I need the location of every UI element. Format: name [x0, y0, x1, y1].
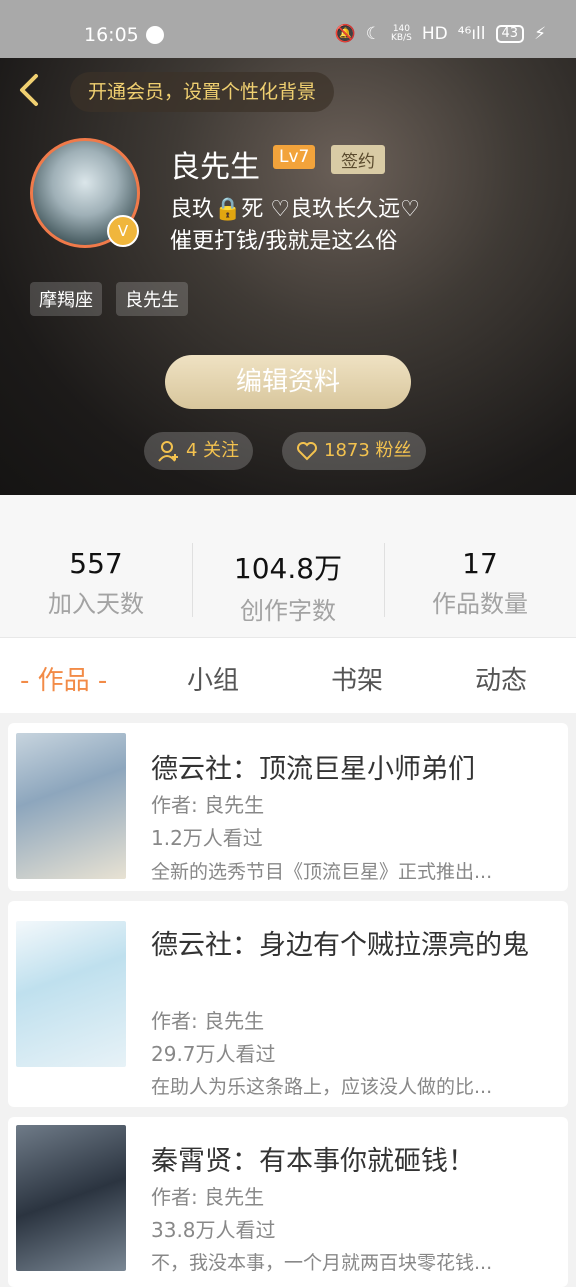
fans-button[interactable]: 1873 粉丝: [282, 432, 426, 470]
tab-bookshelf[interactable]: 书架: [331, 660, 383, 697]
work-author: 作者: 良先生: [151, 1009, 265, 1033]
stat-days: 557 加入天数: [48, 547, 144, 618]
stats-panel: 557 加入天数 104.8万 创作字数 17 作品数量: [0, 495, 576, 637]
charging-icon: ⚡: [534, 24, 546, 44]
username: 良先生: [170, 150, 260, 185]
work-title: 秦霄贤：有本事你就砸钱！: [151, 1146, 475, 1177]
book-cover: [16, 733, 126, 879]
globe-icon: [146, 26, 164, 44]
work-author: 作者: 良先生: [151, 1185, 265, 1209]
signed-badge: 签约: [331, 145, 385, 174]
hd-indicator: HD: [421, 24, 448, 44]
work-author: 作者: 良先生: [151, 793, 265, 817]
profile-header: 开通会员，设置个性化背景 V 良先生 Lv7 签约 良玖🔒死 ♡良玖长久远♡ 催…: [0, 58, 576, 495]
net-speed: 140 KB/S: [391, 24, 412, 43]
avatar[interactable]: V: [30, 138, 140, 248]
stat-words: 104.8万 创作字数: [233, 552, 343, 625]
status-time: 16:05: [84, 24, 139, 46]
work-desc: 不，我没本事，一个月就两百块零花钱...: [151, 1252, 493, 1274]
tag-name: 良先生: [116, 282, 188, 316]
status-icons: 🔕 ☾ 140 KB/S HD ⁴⁶ıll 43 ⚡: [335, 24, 546, 44]
mute-icon: 🔕: [334, 24, 356, 44]
following-button[interactable]: 4 关注: [144, 432, 254, 470]
moon-icon: ☾: [365, 24, 381, 44]
work-views: 1.2万人看过: [151, 826, 263, 850]
bio: 良玖🔒死 ♡良玖长久远♡ 催更打钱/我就是这么俗: [170, 194, 420, 258]
signal-icon: ⁴⁶ıll: [457, 24, 486, 44]
tab-groups[interactable]: 小组: [187, 660, 239, 697]
bio-line-1: 良玖🔒死 ♡良玖长久远♡: [170, 197, 420, 222]
works-list: 德云社：顶流巨星小师弟们 作者: 良先生 1.2万人看过 全新的选秀节目《顶流巨…: [0, 713, 576, 1287]
back-arrow-icon[interactable]: [16, 72, 42, 108]
user-add-icon: [158, 441, 178, 462]
work-views: 33.8万人看过: [151, 1218, 276, 1242]
fans-label: 1873 粉丝: [324, 440, 412, 461]
profile-tabs: - 作品 - 小组 书架 动态: [0, 637, 576, 714]
battery-icon: 43: [495, 25, 525, 43]
bio-line-2: 催更打钱/我就是这么俗: [170, 229, 398, 254]
tab-activity[interactable]: 动态: [475, 660, 527, 697]
following-label: 4 关注: [186, 440, 240, 461]
work-card[interactable]: 德云社：身边有个贼拉漂亮的鬼 作者: 良先生 29.7万人看过 在助人为乐这条路…: [8, 901, 568, 1107]
work-card[interactable]: 秦霄贤：有本事你就砸钱！ 作者: 良先生 33.8万人看过 不，我没本事，一个月…: [8, 1117, 568, 1287]
tag-zodiac: 摩羯座: [30, 282, 102, 316]
status-bar: 16:05 🔕 ☾ 140 KB/S HD ⁴⁶ıll 43 ⚡: [0, 0, 576, 58]
work-views: 29.7万人看过: [151, 1042, 276, 1066]
work-card[interactable]: 德云社：顶流巨星小师弟们 作者: 良先生 1.2万人看过 全新的选秀节目《顶流巨…: [8, 723, 568, 891]
level-badge: Lv7: [273, 145, 316, 169]
heart-icon: [297, 442, 317, 461]
edit-profile-button[interactable]: 编辑资料: [165, 355, 411, 409]
book-cover: [16, 921, 126, 1067]
vip-background-banner[interactable]: 开通会员，设置个性化背景: [70, 72, 335, 112]
work-desc: 在助人为乐这条路上，应该没人做的比...: [151, 1076, 493, 1098]
tab-works[interactable]: - 作品 -: [20, 660, 107, 697]
work-title: 德云社：身边有个贼拉漂亮的鬼: [151, 930, 529, 961]
book-cover: [16, 1125, 126, 1271]
stat-works: 17 作品数量: [432, 547, 528, 618]
work-title: 德云社：顶流巨星小师弟们: [151, 754, 475, 785]
work-desc: 全新的选秀节目《顶流巨星》正式推出...: [151, 861, 493, 883]
verified-v-icon: V: [107, 215, 139, 247]
profile-tags: 摩羯座 良先生: [30, 282, 188, 316]
